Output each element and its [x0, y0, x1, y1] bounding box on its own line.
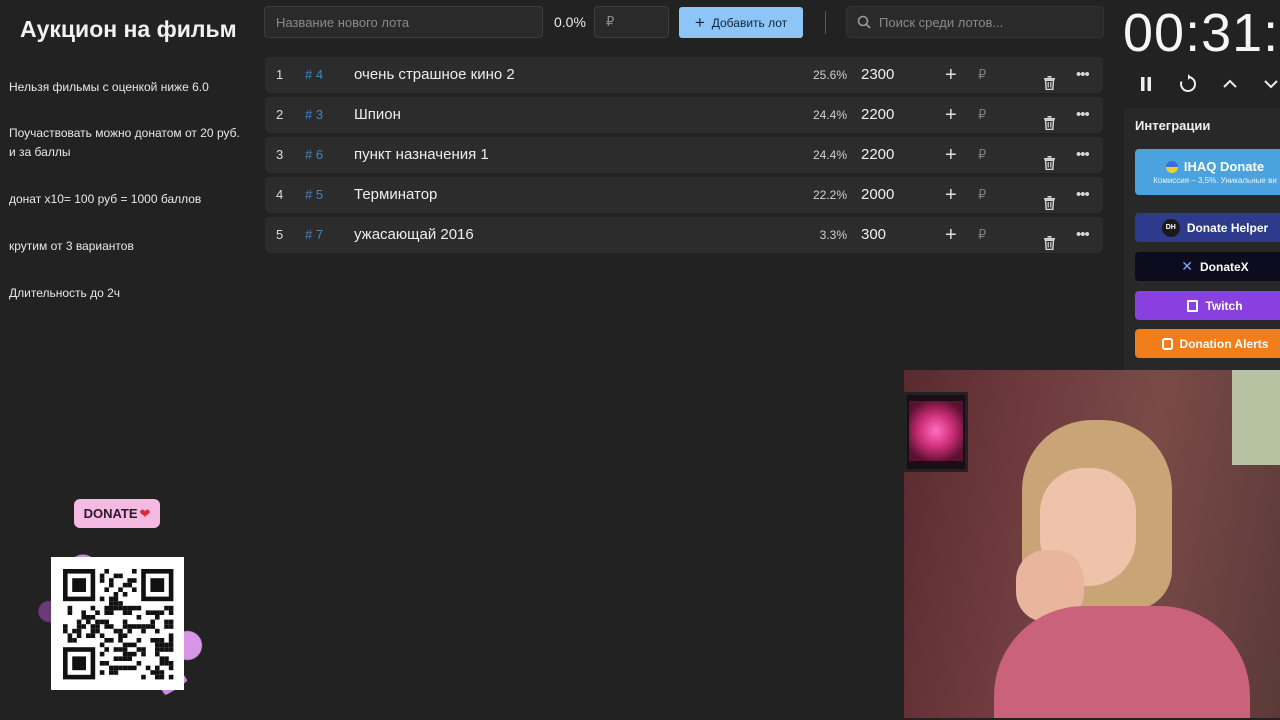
donate-qr-code[interactable]: [51, 557, 184, 690]
pause-icon[interactable]: [1134, 72, 1158, 96]
add-amount-button[interactable]: +: [945, 57, 957, 93]
x-logo-icon: ✕: [1181, 258, 1194, 274]
lot-row: 3 # 6 пункт назначения 1 24.4% 2200 + ₽ …: [265, 137, 1103, 173]
search-icon: [857, 15, 871, 29]
lot-id: # 5: [305, 187, 324, 202]
rub-input[interactable]: ₽: [978, 137, 986, 173]
restart-icon[interactable]: [1176, 72, 1200, 96]
integrations-title: Интеграции: [1135, 118, 1211, 133]
lot-percent: 22.2%: [812, 188, 847, 202]
lot-index: 5: [276, 227, 284, 242]
lot-name[interactable]: ужасающай 2016: [354, 217, 474, 253]
lot-amount: 2200: [861, 106, 895, 123]
trash-icon[interactable]: [1043, 108, 1056, 131]
amount-placeholder: ₽: [606, 14, 615, 29]
lot-amount: 300: [861, 226, 887, 243]
add-amount-button[interactable]: +: [945, 137, 957, 173]
plus-icon: +: [694, 13, 705, 32]
lot-name[interactable]: пункт назначения 1: [354, 137, 489, 173]
lot-index: 1: [276, 67, 284, 82]
trash-icon[interactable]: [1043, 148, 1056, 171]
rule-text: Длительность до 2ч: [9, 286, 121, 300]
lot-percent: 25.6%: [812, 68, 847, 82]
lot-index: 4: [276, 187, 284, 202]
dh-logo-icon: DH: [1161, 218, 1180, 237]
lot-name[interactable]: Шпион: [354, 97, 401, 133]
lot-row: 4 # 5 Терминатор 22.2% 2000 + ₽ •••: [265, 177, 1103, 213]
lot-percent: 24.4%: [812, 108, 847, 122]
donation-alerts-label: Donation Alerts: [1179, 336, 1269, 351]
lot-id: # 7: [305, 227, 324, 242]
lot-amount: 2200: [861, 146, 895, 163]
app-title: Аукцион на фильм: [20, 16, 237, 42]
lot-row: 2 # 3 Шпион 24.4% 2200 + ₽ •••: [265, 97, 1103, 133]
add-amount-button[interactable]: +: [945, 97, 957, 133]
add-lot-label: Добавить лот: [711, 15, 788, 30]
rule-text: крутим от 3 вариантов: [9, 239, 134, 253]
lot-id: # 6: [305, 147, 324, 162]
window-image: [1232, 370, 1280, 465]
more-options-icon[interactable]: •••: [1076, 57, 1090, 93]
lot-amount: 2300: [861, 66, 895, 83]
chevron-down-icon[interactable]: [1259, 72, 1280, 96]
donate-helper-label: Donate Helper: [1186, 220, 1269, 235]
amount-input[interactable]: ₽: [594, 6, 669, 38]
new-lot-placeholder: Название нового лота: [276, 14, 410, 30]
lot-percent: 24.4%: [812, 148, 847, 162]
donate-badge[interactable]: DONATE ❤: [74, 499, 160, 528]
search-input[interactable]: Поиск среди лотов...: [846, 6, 1104, 38]
qr-code-image: [63, 569, 174, 680]
donation-alerts-button[interactable]: Donation Alerts: [1135, 329, 1280, 358]
search-placeholder: Поиск среди лотов...: [879, 14, 1004, 30]
trash-icon[interactable]: [1043, 228, 1056, 251]
add-amount-button[interactable]: +: [945, 177, 957, 213]
lot-row: 5 # 7 ужасающай 2016 3.3% 300 + ₽ •••: [265, 217, 1103, 253]
donatex-button[interactable]: ✕ DonateX: [1135, 252, 1280, 281]
lot-index: 3: [276, 147, 284, 162]
more-options-icon[interactable]: •••: [1076, 137, 1090, 173]
rub-input[interactable]: ₽: [978, 97, 986, 133]
donationalerts-icon: [1161, 337, 1173, 350]
timer-display: 00:31:0: [1123, 3, 1280, 63]
person-shirt: [994, 606, 1250, 718]
twitch-icon: [1187, 299, 1199, 312]
more-options-icon[interactable]: •••: [1076, 217, 1090, 253]
lot-row: 1 # 4 очень страшное кино 2 25.6% 2300 +…: [265, 57, 1103, 93]
lot-name[interactable]: Терминатор: [354, 177, 437, 213]
ihaq-donate-button[interactable]: IHAQ Donate Комиссия – 3,5%. Уникальные …: [1135, 149, 1280, 195]
rule-text: Нельзя фильмы с оценкой ниже 6.0: [9, 80, 209, 94]
toolbar-divider: [825, 11, 826, 34]
trash-icon[interactable]: [1043, 68, 1056, 91]
rub-input[interactable]: ₽: [978, 177, 986, 213]
heart-icon: ❤: [139, 505, 151, 521]
add-lot-button[interactable]: + Добавить лот: [679, 7, 803, 38]
lot-amount: 2000: [861, 186, 895, 203]
ihaq-label: IHAQ Donate: [1183, 159, 1265, 174]
donate-label: DONATE: [83, 506, 138, 521]
webcam-feed: [904, 370, 1280, 718]
trash-icon[interactable]: [1043, 188, 1056, 211]
rub-input[interactable]: ₽: [978, 57, 986, 93]
heart-icon: [1165, 160, 1178, 173]
lot-id: # 3: [305, 107, 324, 122]
ihaq-subtext: Комиссия – 3,5%. Уникальные ви: [1153, 176, 1277, 185]
add-amount-button[interactable]: +: [945, 217, 957, 253]
twitch-button[interactable]: Twitch: [1135, 291, 1280, 320]
monitor-image: [904, 392, 968, 472]
new-lot-input[interactable]: Название нового лота: [264, 6, 543, 38]
more-options-icon[interactable]: •••: [1076, 97, 1090, 133]
twitch-label: Twitch: [1205, 298, 1243, 313]
donatex-label: DonateX: [1200, 259, 1249, 274]
rule-text: донат x10= 100 руб = 1000 баллов: [9, 192, 202, 206]
new-lot-percent: 0.0%: [554, 14, 586, 30]
rule-text: Поучаствовать можно донатом от 20 руб. и…: [9, 126, 240, 159]
chevron-up-icon[interactable]: [1218, 72, 1242, 96]
rub-input[interactable]: ₽: [978, 217, 986, 253]
lot-id: # 4: [305, 67, 324, 82]
lot-percent: 3.3%: [819, 228, 847, 242]
more-options-icon[interactable]: •••: [1076, 177, 1090, 213]
lot-index: 2: [276, 107, 284, 122]
lot-name[interactable]: очень страшное кино 2: [354, 57, 515, 93]
donate-helper-button[interactable]: DH Donate Helper: [1135, 213, 1280, 242]
